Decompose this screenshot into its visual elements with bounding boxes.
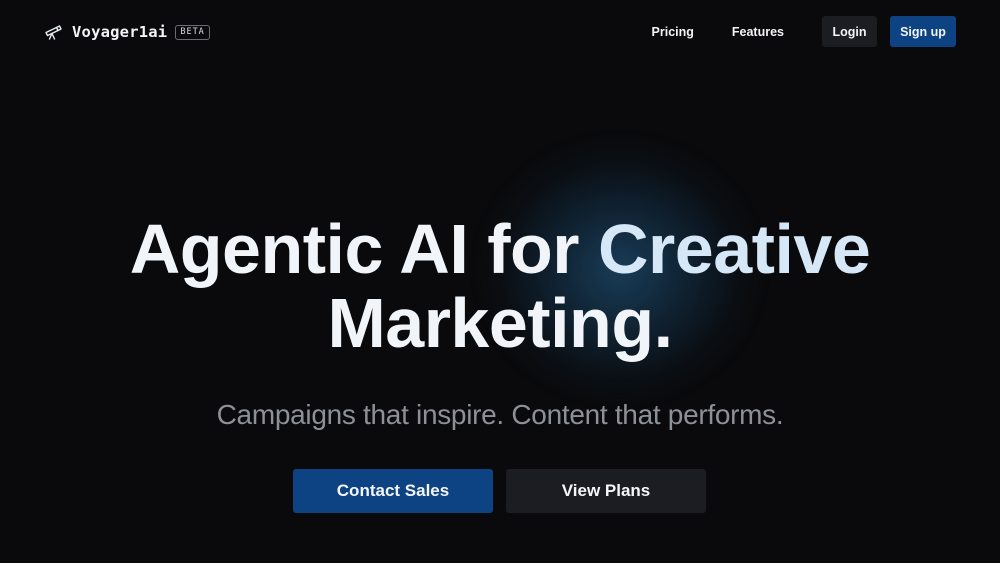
nav-pricing-link[interactable]: Pricing — [652, 25, 694, 39]
top-nav: Pricing Features Login Sign up — [652, 16, 956, 47]
brand-name: Voyager1ai — [72, 23, 168, 41]
nav-features-link[interactable]: Features — [732, 25, 784, 39]
hero-subtitle: Campaigns that inspire. Content that per… — [216, 399, 784, 430]
contact-sales-button[interactable]: Contact Sales — [293, 469, 493, 513]
view-plans-button[interactable]: View Plans — [506, 469, 706, 513]
hero-title-accent: Creative — [597, 210, 871, 288]
beta-badge: BETA — [175, 24, 210, 40]
telescope-icon — [44, 23, 64, 41]
brand-logo[interactable]: Voyager1ai BETA — [44, 20, 210, 44]
hero-title-part1: Agentic AI for — [129, 210, 598, 288]
hero-title-line2: Marketing. — [327, 284, 673, 362]
landing-page: Voyager1ai BETA Pricing Features Login S… — [0, 0, 1000, 563]
signup-button[interactable]: Sign up — [890, 16, 956, 47]
hero-title-line1: Agentic AI for Creative — [0, 212, 1000, 286]
login-button[interactable]: Login — [822, 16, 877, 47]
hero-title: Agentic AI for Creative Marketing. — [0, 212, 1000, 360]
